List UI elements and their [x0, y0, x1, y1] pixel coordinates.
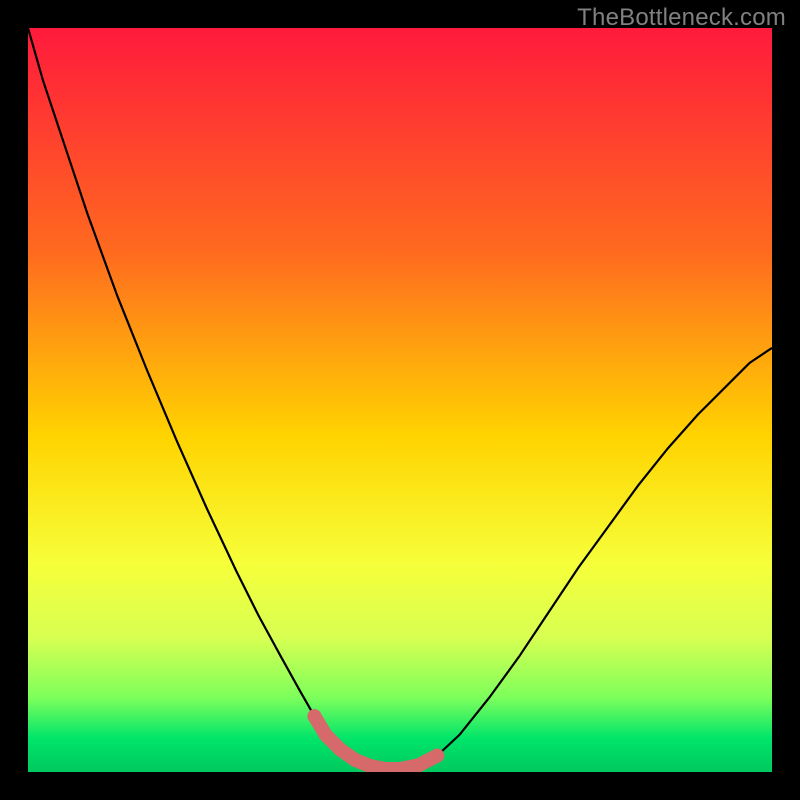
highlight-point: [430, 749, 444, 763]
highlight-point: [333, 743, 347, 757]
highlight-point: [412, 758, 426, 772]
highlight-point: [307, 709, 321, 723]
highlight-point: [319, 728, 333, 742]
chart-frame: TheBottleneck.com: [0, 0, 800, 800]
plot-area: [28, 28, 772, 772]
gradient-background: [28, 28, 772, 772]
chart-svg: [28, 28, 772, 772]
